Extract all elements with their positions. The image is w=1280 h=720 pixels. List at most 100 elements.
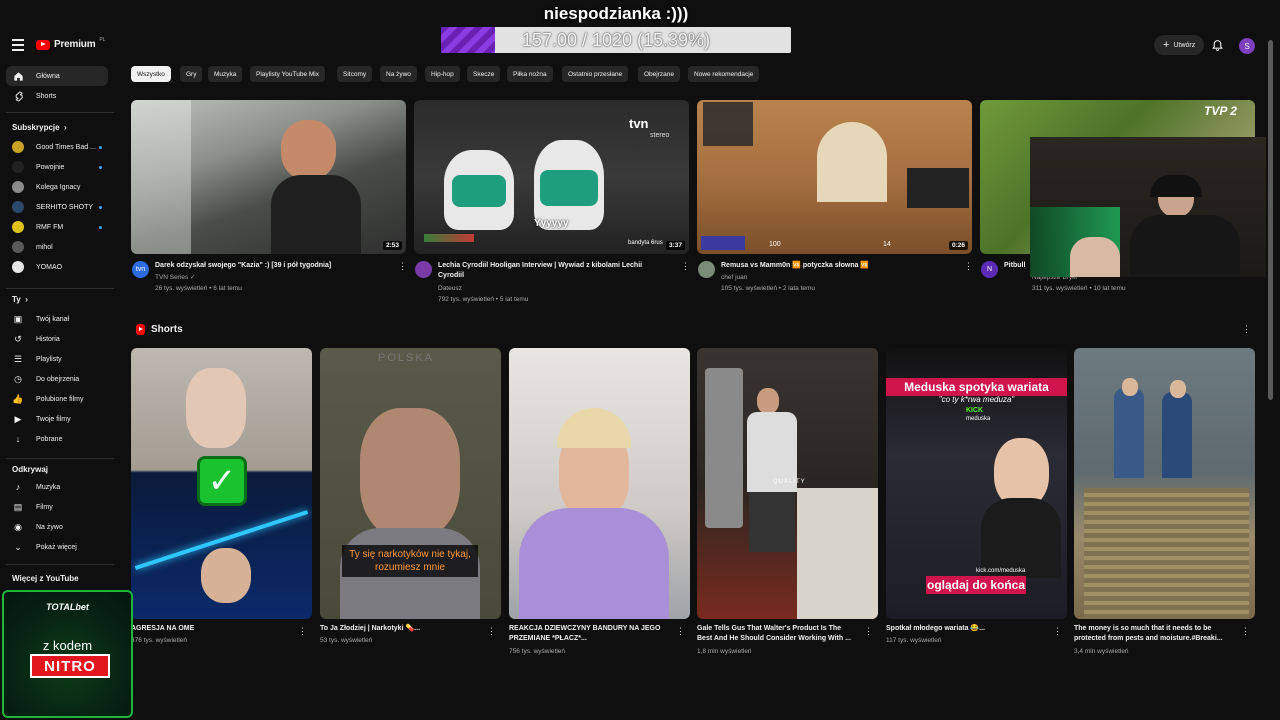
sidebar-item-label: mihol xyxy=(36,243,53,251)
short-thumbnail[interactable]: QUALITY xyxy=(697,348,878,619)
logo-country: PL xyxy=(99,36,106,43)
short-title[interactable]: Spotkał młodego wariata 😂... xyxy=(886,624,1046,634)
channel-avatar[interactable] xyxy=(415,261,432,278)
sidebar-item-serhito-shoty[interactable]: SERHITO SHOTY xyxy=(6,197,108,217)
shorts-icon xyxy=(12,90,24,102)
filter-chip[interactable]: Playlisty YouTube Mix xyxy=(250,66,325,82)
video-meta: 311 tys. wyświetleń • 10 lat temu xyxy=(1032,285,1126,292)
filter-chip[interactable]: Muzyka xyxy=(208,66,243,82)
sidebar-item-powojnie[interactable]: Powojnie xyxy=(6,157,108,177)
sidebar-divider xyxy=(6,458,114,459)
sidebar-item-yomao[interactable]: YOMAO xyxy=(6,257,108,277)
sidebar-item-home[interactable]: Główna xyxy=(6,66,108,86)
bell-icon[interactable] xyxy=(1211,39,1224,52)
menu-icon[interactable] xyxy=(12,39,24,51)
sidebar-item-label: Shorts xyxy=(36,92,57,100)
filter-chip[interactable]: Skecze xyxy=(467,66,501,82)
more-options-icon[interactable]: ⋮ xyxy=(1241,627,1250,636)
home-icon xyxy=(12,70,24,82)
short-thumbnail[interactable]: Meduska spotyka wariata "co ty k*rwa med… xyxy=(886,348,1067,619)
channel-avatar[interactable]: N xyxy=(981,261,998,278)
channel-avatar[interactable] xyxy=(698,261,715,278)
you-heading[interactable]: Ty › xyxy=(12,295,28,304)
short-thumbnail[interactable]: POLSKA Ty się narkotyków nie tykaj, rozu… xyxy=(320,348,501,619)
short-thumbnail[interactable] xyxy=(509,348,690,619)
filter-chip[interactable]: Na żywo xyxy=(380,66,417,82)
sidebar-divider xyxy=(6,564,114,565)
more-options-icon[interactable]: ⋮ xyxy=(681,262,690,271)
filter-chip[interactable]: Gry xyxy=(180,66,203,82)
youtube-logo[interactable]: Premium PL xyxy=(36,36,106,50)
sidebar-item-shorts[interactable]: Shorts xyxy=(6,86,108,106)
sidebar-item-label: Powojnie xyxy=(36,163,65,171)
video-title[interactable]: Lechia Cyrodiil Hooligan Interview | Wyw… xyxy=(438,261,668,281)
more-options-icon[interactable]: ⋮ xyxy=(1242,325,1251,334)
more-options-icon[interactable]: ⋮ xyxy=(298,627,307,636)
page-scrollbar[interactable] xyxy=(1268,40,1273,400)
subscriptions-heading[interactable]: Subskrypcje › xyxy=(12,123,67,132)
more-options-icon[interactable]: ⋮ xyxy=(1053,627,1062,636)
sidebar-item-pokaż-więcej[interactable]: ⌄ Pokaż więcej xyxy=(6,537,108,557)
sidebar-item-twój-kanał[interactable]: ▣ Twój kanał xyxy=(6,309,108,329)
sidebar-item-do-obejrzenia[interactable]: ◷ Do obejrzenia xyxy=(6,369,108,389)
video-title[interactable]: Remusa vs Mamm0n 🆚 potyczka słowna 🆚 xyxy=(721,261,951,271)
sidebar-item-pobrane[interactable]: ↓ Pobrane xyxy=(6,429,108,449)
short-thumbnail[interactable]: ✓ xyxy=(131,348,312,619)
short-meta: 376 tys. wyświetleń xyxy=(131,637,187,644)
streamer-webcam xyxy=(1030,137,1266,277)
more-options-icon[interactable]: ⋮ xyxy=(964,262,973,271)
short-title[interactable]: The money is so much that it needs to be… xyxy=(1074,624,1234,644)
filter-chip[interactable]: Obejrzane xyxy=(638,66,680,82)
filter-chip[interactable]: Ostatnio przesłane xyxy=(562,66,629,82)
cs-stat: 100 xyxy=(769,241,781,248)
channel-avatar[interactable]: tvn xyxy=(132,261,149,278)
sidebar-item-filmy[interactable]: ▤ Filmy xyxy=(6,497,108,517)
sidebar-item-historia[interactable]: ↺ Historia xyxy=(6,329,108,349)
sidebar-item-muzyka[interactable]: ♪ Muzyka xyxy=(6,477,108,497)
short-title[interactable]: To Ja Złodziej | Narkotyki 💊... xyxy=(320,624,480,634)
short-title[interactable]: AGRESJA NA OME xyxy=(131,624,291,634)
thumb-caption: Ty się narkotyków nie tykaj, rozumiesz m… xyxy=(342,545,478,577)
channel-avatar xyxy=(12,141,24,153)
video-duration: 0:26 xyxy=(948,241,968,250)
video-channel[interactable]: TVN Series ✓ xyxy=(155,272,196,283)
short-title[interactable]: REAKCJA DZIEWCZYNY BANDURY NA JEGO PRZEM… xyxy=(509,624,669,644)
video-title[interactable]: Darek odzyskał swojego "Kazia" :) [39 i … xyxy=(155,261,385,271)
video-thumbnail[interactable]: 2:53 xyxy=(131,100,406,254)
filter-chip[interactable]: Hip-hop xyxy=(425,66,460,82)
filter-chip[interactable]: Wszystko xyxy=(131,66,171,82)
sidebar-item-polubione-filmy[interactable]: 👍 Polubione filmy xyxy=(6,389,108,409)
create-button[interactable]: + Utwórz xyxy=(1154,35,1205,55)
sidebar-item-good-times-bad[interactable]: Good Times Bad ... xyxy=(6,137,108,157)
more-options-icon[interactable]: ⋮ xyxy=(487,627,496,636)
filter-chip[interactable]: Piłka nożna xyxy=(507,66,553,82)
video-icon: ▶ xyxy=(14,413,22,424)
more-options-icon[interactable]: ⋮ xyxy=(676,627,685,636)
sidebar-item-kolega-ignacy[interactable]: Kolega Ignacy xyxy=(6,177,108,197)
sidebar-item-twoje-filmy[interactable]: ▶ Twoje filmy xyxy=(6,409,108,429)
video-channel[interactable]: Dateusz xyxy=(438,283,462,294)
sidebar-item-na-żywo[interactable]: ◉ Na żywo xyxy=(6,517,108,537)
sidebar-item-label: SERHITO SHOTY xyxy=(36,203,94,211)
thumb-caption: Meduska spotyka wariata xyxy=(886,378,1067,396)
short-thumbnail[interactable] xyxy=(1074,348,1255,619)
sidebar-item-rmf-fm[interactable]: RMF FM xyxy=(6,217,108,237)
video-thumbnail[interactable]: tvn stereo Yyyyyy bandyta 6rus 3:37 xyxy=(414,100,689,254)
account-avatar[interactable]: S xyxy=(1239,38,1255,54)
short-title[interactable]: Gale Tells Gus That Walter's Product Is … xyxy=(697,624,857,644)
tvn-sub: stereo xyxy=(650,132,670,139)
video-thumbnail[interactable]: 100 14 0:26 xyxy=(697,100,972,254)
sidebar-item-playlisty[interactable]: ☰ Playlisty xyxy=(6,349,108,369)
sidebar-item-mihol[interactable]: mihol xyxy=(6,237,108,257)
video-meta: 26 tys. wyświetleń • 6 lat temu xyxy=(155,285,242,292)
more-options-icon[interactable]: ⋮ xyxy=(398,262,407,271)
more-options-icon[interactable]: ⋮ xyxy=(864,627,873,636)
filter-chip[interactable]: Nowe rekomendacje xyxy=(688,66,760,82)
sidebar-item-label: Polubione filmy xyxy=(36,395,84,403)
sidebar-item-label: Twoje filmy xyxy=(36,415,71,423)
video-meta: 105 tys. wyświetleń • 2 lata temu xyxy=(721,285,816,292)
video-channel[interactable]: chef juan xyxy=(721,272,747,283)
tvn-logo: tvn xyxy=(629,116,649,131)
video-meta: 792 tys. wyświetleń • 5 lat temu xyxy=(438,296,529,303)
filter-chip[interactable]: Sitcomy xyxy=(337,66,373,82)
